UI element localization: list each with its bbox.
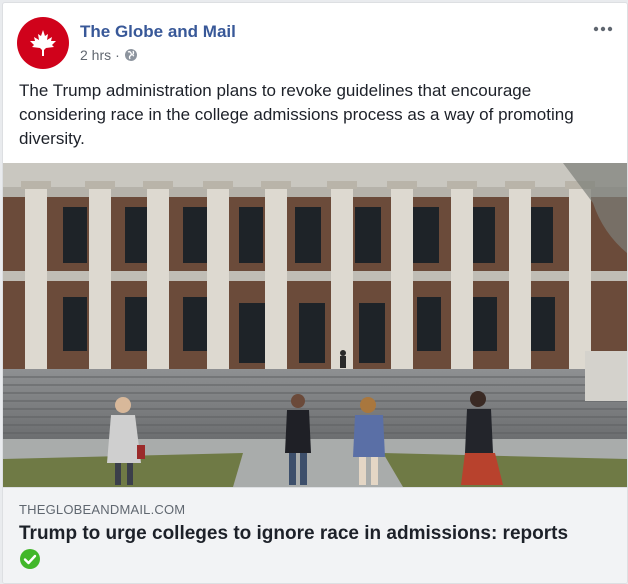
post-meta: 2 hrs · bbox=[80, 47, 138, 63]
post-timestamp[interactable]: 2 hrs bbox=[80, 47, 111, 63]
link-domain: THEGLOBEANDMAIL.COM bbox=[19, 502, 186, 517]
more-options-button[interactable] bbox=[591, 19, 615, 39]
meta-separator: · bbox=[115, 47, 120, 63]
check-circle-icon bbox=[20, 549, 40, 569]
article-photo[interactable] bbox=[3, 163, 627, 487]
link-headline[interactable]: Trump to urge colleges to ignore race in… bbox=[19, 522, 619, 546]
link-preview[interactable]: THEGLOBEANDMAIL.COM Trump to urge colleg… bbox=[3, 487, 627, 583]
library-steps-image bbox=[3, 163, 627, 487]
post-text: The Trump administration plans to revoke… bbox=[19, 81, 574, 148]
maple-leaf-icon bbox=[30, 30, 56, 56]
post-card: The Globe and Mail 2 hrs · The Trump adm… bbox=[2, 2, 628, 584]
more-options-icon bbox=[593, 26, 613, 32]
page-avatar[interactable] bbox=[17, 17, 69, 69]
page-name-link[interactable]: The Globe and Mail bbox=[80, 22, 236, 42]
post-header: The Globe and Mail 2 hrs · bbox=[17, 17, 615, 69]
globe-icon bbox=[124, 49, 137, 61]
